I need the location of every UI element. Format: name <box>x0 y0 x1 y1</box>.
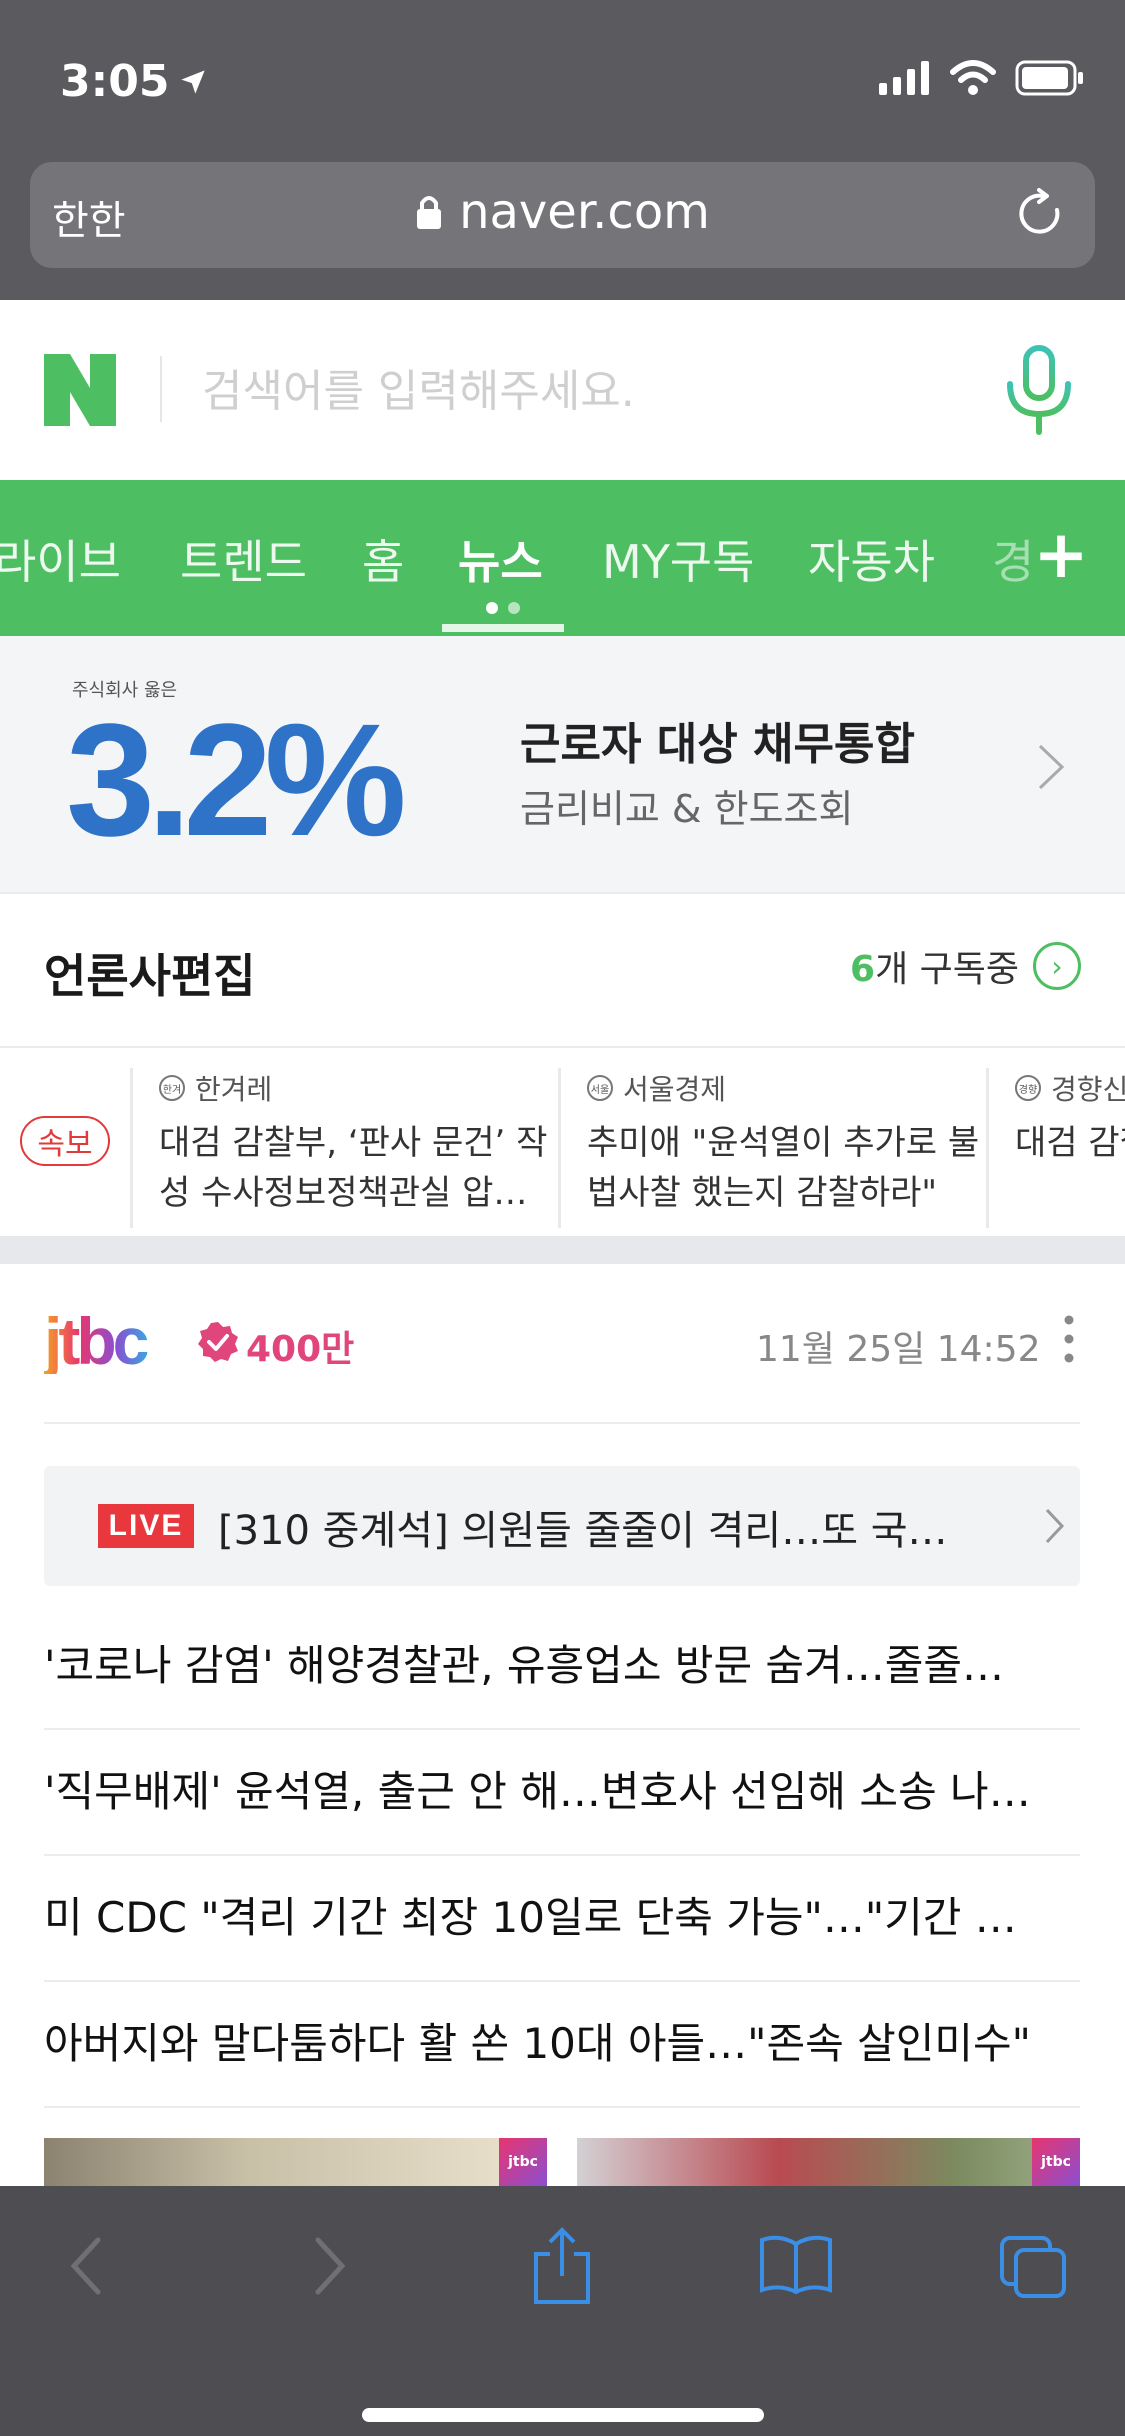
news-source: 한겨레 <box>195 1073 273 1106</box>
headline-link[interactable]: 아버지와 말다툼하다 활 쏜 10대 아들…"존속 살인미수" <box>44 1982 1080 2108</box>
browser-toolbar <box>0 2186 1125 2436</box>
jtbc-thumb-badge: jtbc <box>1032 2138 1080 2186</box>
source-logo-icon: 한겨 <box>159 1075 185 1101</box>
status-time-text: 3:05 <box>60 56 170 107</box>
browser-top-bar: 3:05 한한 naver.com <box>0 0 1125 300</box>
naver-logo[interactable] <box>44 354 116 426</box>
forward-icon[interactable] <box>310 2234 350 2298</box>
ticker-item[interactable]: 한겨 한겨레 대검 감찰부, ‘판사 문건’ 작성 수사정보정책관실 압… <box>130 1068 569 1228</box>
tab-trend[interactable]: 트렌드 <box>180 526 307 592</box>
lock-icon <box>417 196 442 229</box>
live-news-item[interactable]: LIVE [310 중계석] 의원들 줄줄이 격리…또 국… <box>44 1466 1080 1586</box>
card-timestamp: 11월 25일 14:52 <box>756 1329 1041 1370</box>
subscribe-label: 개 구독중 <box>875 949 1019 990</box>
back-icon[interactable] <box>66 2234 106 2298</box>
news-headline: 대검 감찰 혹’ 수사 <box>1015 1123 1125 1163</box>
tab-car[interactable]: 자동차 <box>808 526 935 592</box>
more-vertical-icon[interactable] <box>1064 1314 1074 1364</box>
headline-link[interactable]: '직무배제' 윤석열, 출근 안 해…변호사 선임해 소송 나… <box>44 1730 1080 1856</box>
search-header <box>0 300 1125 480</box>
share-icon[interactable] <box>530 2226 594 2306</box>
news-headline: 대검 감찰부, ‘판사 문건’ 작성 수사정보정책관실 압… <box>159 1123 548 1213</box>
jtbc-logo[interactable]: jtbc <box>44 1308 174 1374</box>
microphone-icon[interactable] <box>1002 344 1076 436</box>
url-display[interactable]: naver.com <box>30 184 1095 240</box>
tab-live[interactable]: 라이브 <box>0 526 121 592</box>
bookmarks-icon[interactable] <box>758 2234 834 2296</box>
jtbc-thumb-badge: jtbc <box>499 2138 547 2186</box>
battery-icon <box>1015 60 1083 96</box>
source-logo-icon: 서울 <box>587 1075 613 1101</box>
active-tab-indicator <box>442 624 564 632</box>
tabs-icon[interactable] <box>998 2234 1068 2300</box>
source-logo-icon: 경향 <box>1015 1075 1041 1101</box>
news-source: 서울경제 <box>623 1073 727 1106</box>
add-tab-button[interactable]: + <box>1026 510 1096 600</box>
search-input[interactable] <box>200 358 964 424</box>
page-dot-active <box>486 602 498 614</box>
subscribe-status-link[interactable]: 6개 구독중 › <box>850 940 1081 992</box>
signal-icon <box>879 61 929 95</box>
circle-arrow-icon: › <box>1033 942 1081 990</box>
address-bar[interactable]: 한한 naver.com <box>30 162 1095 268</box>
headline-link[interactable]: '코로나 감염' 해양경찰관, 유흥업소 방문 숨겨…줄줄… <box>44 1604 1080 1730</box>
ad-subtitle: 금리비교 & 한도조회 <box>520 787 854 831</box>
headline-link[interactable]: 미 CDC "격리 기간 최장 10일로 단축 가능"…"기간 … <box>44 1856 1080 1982</box>
home-indicator <box>362 2408 764 2422</box>
status-icons <box>879 60 1085 96</box>
subscribe-count: 6 <box>850 949 876 990</box>
ad-title: 근로자 대상 채무통합 <box>520 719 915 770</box>
breaking-badge: 속보 <box>20 1116 110 1166</box>
section-separator <box>0 1236 1125 1264</box>
live-badge: LIVE <box>98 1504 194 1548</box>
chevron-right-icon <box>1038 744 1065 790</box>
verified-badge-icon <box>198 1322 238 1362</box>
ad-rate: 3.2% <box>66 690 407 869</box>
breaking-news-ticker: 속보 한겨 한겨레 대검 감찰부, ‘판사 문건’ 작성 수사정보정책관실 압… … <box>0 1046 1125 1236</box>
news-headline: 추미애 "윤석열이 추가로 불법사찰 했는지 감찰하라" <box>587 1123 980 1213</box>
page-dot <box>508 602 520 614</box>
tab-my-subscribe[interactable]: MY구독 <box>602 526 754 592</box>
reload-icon[interactable] <box>1013 186 1069 242</box>
news-source: 경향신 <box>1051 1073 1125 1106</box>
press-card-header: jtbc 400만 11월 25일 14:52 <box>0 1264 1125 1424</box>
live-headline: [310 중계석] 의원들 줄줄이 격리…또 국… <box>218 1508 948 1554</box>
jtbc-logo-text: jtbc <box>44 1308 148 1374</box>
tab-news[interactable]: 뉴스 <box>458 526 543 592</box>
location-arrow-icon <box>181 69 206 94</box>
search-divider <box>160 356 162 422</box>
ad-banner[interactable]: 주식회사 옳은 3.2% 근로자 대상 채무통합 금리비교 & 한도조회 <box>0 636 1125 892</box>
ticker-item[interactable]: 경향 경향신 대검 감찰 혹’ 수사 <box>986 1068 1125 1228</box>
url-text: naver.com <box>459 184 710 240</box>
press-edit-title: 언론사편집 <box>44 949 256 1003</box>
subscriber-count: 400만 <box>246 1329 355 1370</box>
tab-home[interactable]: 홈 <box>362 526 404 592</box>
card-divider <box>44 1422 1080 1424</box>
status-time: 3:05 <box>60 56 207 107</box>
chevron-right-icon <box>1045 1508 1065 1544</box>
ticker-item[interactable]: 서울 서울경제 추미애 "윤석열이 추가로 불법사찰 했는지 감찰하라" <box>558 1068 997 1228</box>
wifi-icon <box>950 60 996 95</box>
category-tab-bar: 라이브 트렌드 홈 뉴스 MY구독 자동차 경 + <box>0 480 1125 636</box>
press-edit-header: 언론사편집 6개 구독중 › <box>0 892 1125 1048</box>
